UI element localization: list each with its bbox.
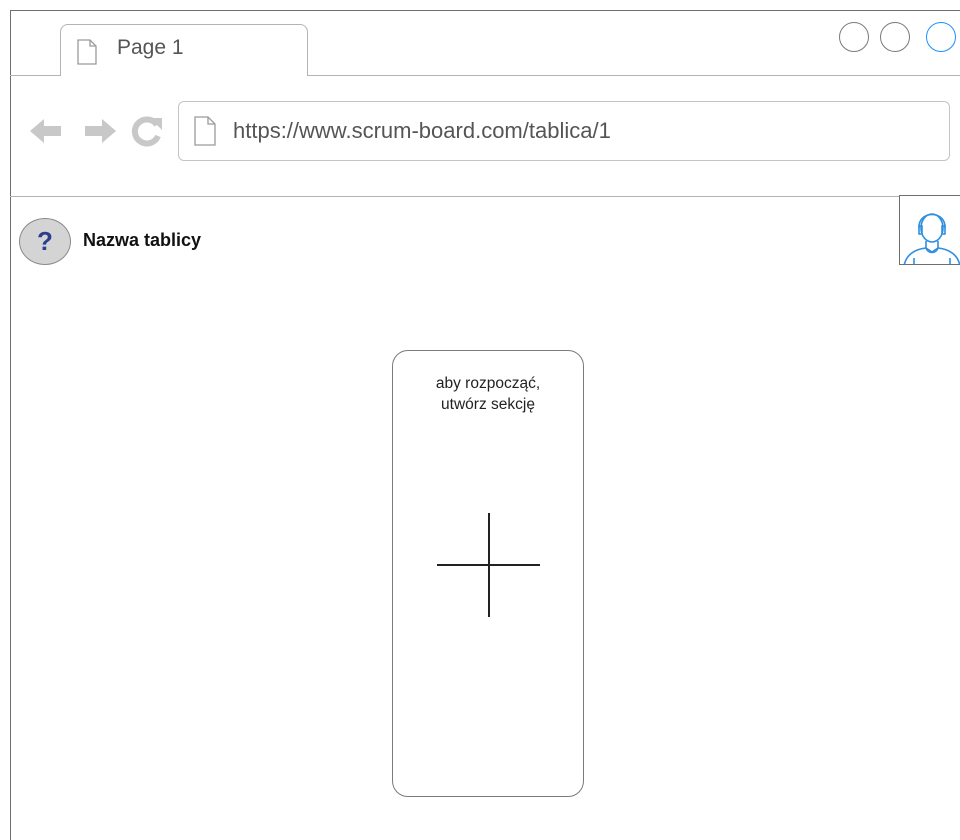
- page-icon: [194, 116, 216, 146]
- arrow-right-icon[interactable]: [82, 116, 118, 146]
- arrow-left-icon[interactable]: [28, 116, 64, 146]
- url-text[interactable]: https://www.scrum-board.com/tablica/1: [233, 118, 611, 144]
- page-icon: [77, 39, 97, 65]
- tab-strip-divider: [10, 75, 61, 76]
- close-button[interactable]: [926, 22, 956, 52]
- browser-tab[interactable]: Page 1: [60, 24, 308, 76]
- help-icon: ?: [37, 225, 53, 256]
- plus-icon: [488, 513, 490, 617]
- address-bar[interactable]: https://www.scrum-board.com/tablica/1: [178, 101, 950, 161]
- help-button[interactable]: ?: [19, 218, 71, 265]
- reload-icon[interactable]: [130, 114, 164, 148]
- user-avatar-button[interactable]: [899, 195, 960, 265]
- tab-title: Page 1: [117, 36, 184, 59]
- user-avatar-icon: [903, 213, 960, 264]
- tab-strip-divider: [307, 75, 960, 76]
- nav-divider: [10, 196, 960, 197]
- empty-section-hint: aby rozpocząć, utwórz sekcję: [435, 375, 541, 413]
- maximize-button[interactable]: [880, 22, 910, 52]
- minimize-button[interactable]: [839, 22, 869, 52]
- empty-section-card: aby rozpocząć, utwórz sekcję: [392, 350, 584, 797]
- board-title: Nazwa tablicy: [83, 230, 202, 250]
